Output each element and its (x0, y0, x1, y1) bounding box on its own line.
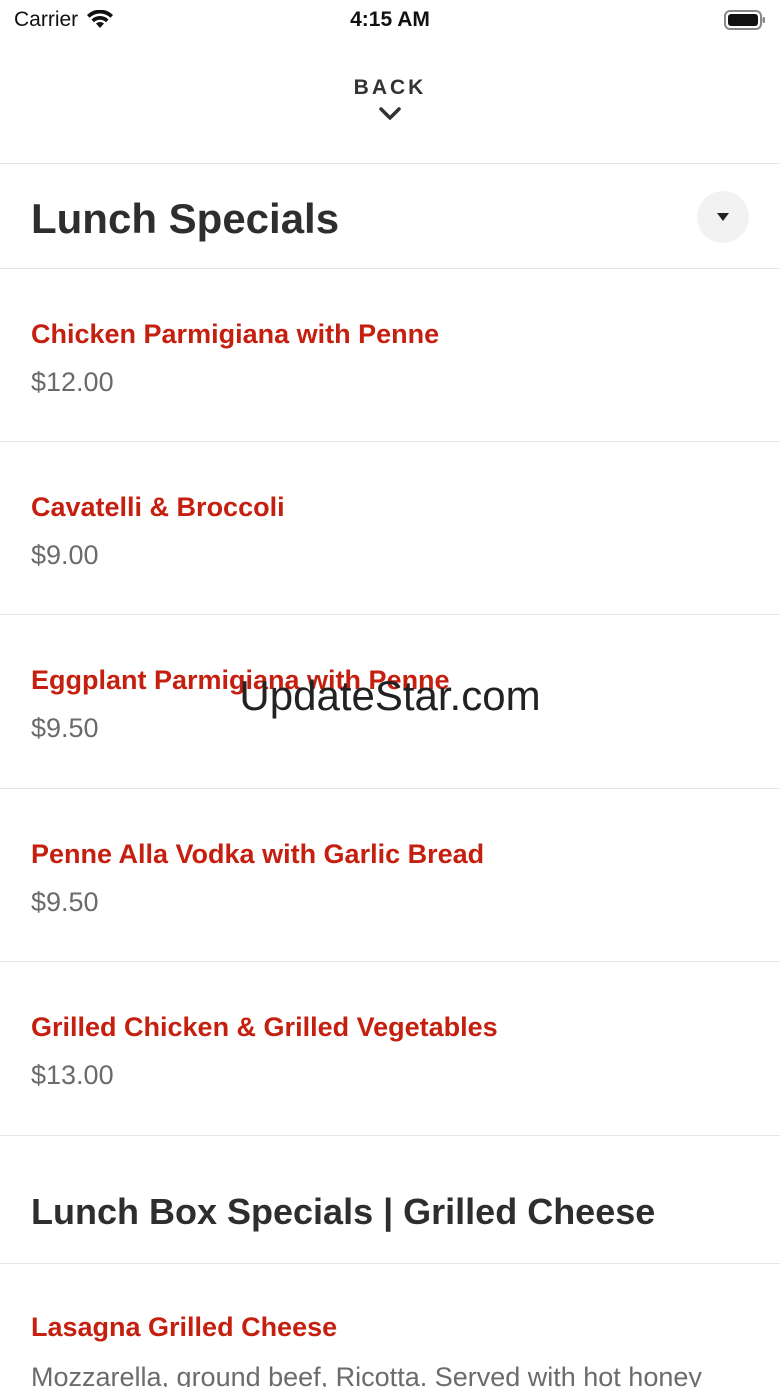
item-name: Penne Alla Vodka with Garlic Bread (31, 839, 485, 869)
menu-item[interactable]: Lasagna Grilled Cheese Mozzarella, groun… (0, 1264, 780, 1387)
item-price: $12.00 (31, 367, 114, 397)
section-title: Lunch Specials (31, 195, 340, 242)
menu-item[interactable]: Chicken Parmigiana with Penne $12.00 (0, 269, 780, 442)
item-price: $9.50 (31, 713, 99, 743)
back-label: BACK (353, 76, 427, 99)
item-price: $9.50 (31, 887, 99, 917)
status-bar: Carrier 4:15 AM (0, 0, 780, 40)
section-title: Lunch Box Specials | Grilled Cheese (31, 1191, 656, 1232)
section-header-lunch-box-specials[interactable]: Lunch Box Specials | Grilled Cheese (0, 1136, 780, 1262)
chevron-down-icon (379, 107, 401, 120)
battery-icon (724, 10, 765, 30)
item-name: Lasagna Grilled Cheese (31, 1312, 338, 1342)
item-name: Chicken Parmigiana with Penne (31, 319, 440, 349)
menu-item[interactable]: Cavatelli & Broccoli $9.00 (0, 442, 780, 615)
menu-item[interactable]: Penne Alla Vodka with Garlic Bread $9.50 (0, 789, 780, 962)
item-description: Mozzarella, ground beef, Ricotta. Served… (31, 1362, 702, 1387)
status-time: 4:15 AM (350, 8, 430, 31)
item-name: Grilled Chicken & Grilled Vegetables (31, 1012, 498, 1042)
item-price: $13.00 (31, 1060, 114, 1090)
caret-down-icon (717, 213, 729, 221)
section-header-lunch-specials[interactable]: Lunch Specials (0, 164, 780, 269)
item-name: Cavatelli & Broccoli (31, 492, 285, 522)
menu-item[interactable]: Eggplant Parmigiana with Penne $9.50 (0, 615, 780, 788)
back-button[interactable]: BACK (0, 62, 780, 162)
section-toggle-button[interactable] (697, 191, 749, 243)
menu-item[interactable]: Grilled Chicken & Grilled Vegetables $13… (0, 962, 780, 1135)
item-price: $9.00 (31, 540, 99, 570)
item-name: Eggplant Parmigiana with Penne (31, 665, 450, 695)
